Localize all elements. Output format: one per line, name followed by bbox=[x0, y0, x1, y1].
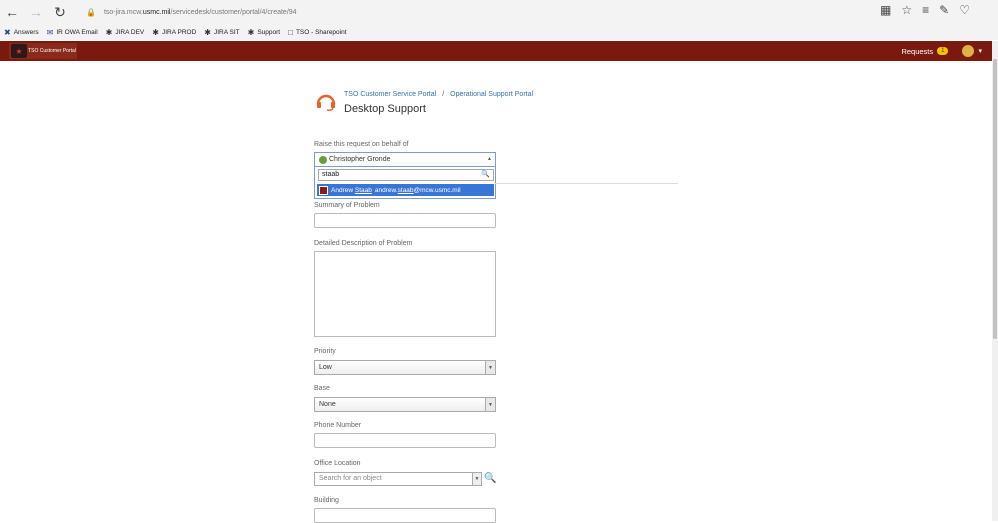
user-avatar-icon bbox=[319, 156, 327, 164]
result-name: Andrew Staab bbox=[331, 186, 372, 194]
priority-label: Priority bbox=[314, 348, 336, 355]
office-location-select[interactable]: Search for an object ▼ bbox=[314, 472, 482, 486]
web-note-icon[interactable]: ✎ bbox=[939, 3, 949, 17]
search-icon: 🔍 bbox=[481, 171, 490, 178]
building-label: Building bbox=[314, 497, 339, 504]
breadcrumb-portal-link[interactable]: Operational Support Portal bbox=[450, 91, 533, 98]
page-title: Desktop Support bbox=[344, 103, 426, 115]
bookmark-tso-sharepoint[interactable]: □ TSO - Sharepoint bbox=[288, 28, 346, 37]
page-icon: □ bbox=[288, 27, 293, 37]
bookmark-answers[interactable]: ✖ Answers bbox=[4, 28, 39, 37]
reading-view-icon[interactable]: ▦ bbox=[880, 3, 891, 17]
summary-label: Summary of Problem bbox=[314, 202, 380, 209]
user-search-dropdown: staab 🔍 Andrew Staab andrew.staab@mcw.us… bbox=[314, 167, 496, 199]
user-search-result[interactable]: Andrew Staab andrew.staab@mcw.usmc.mil bbox=[317, 184, 494, 196]
headset-icon bbox=[316, 94, 336, 111]
portal-logo[interactable]: ★ TSO Customer Portal bbox=[9, 43, 77, 59]
result-email: andrew.staab@mcw.usmc.mil bbox=[374, 186, 461, 194]
user-avatar-icon bbox=[319, 185, 328, 195]
back-button[interactable]: ← bbox=[0, 0, 24, 24]
chevron-down-icon[interactable]: ▼ bbox=[485, 361, 495, 374]
outlook-icon: ✉ bbox=[46, 27, 54, 37]
behalf-select[interactable]: Christopher Gronde ▲ bbox=[314, 152, 496, 167]
base-value: None bbox=[319, 401, 336, 408]
phone-label: Phone Number bbox=[314, 422, 362, 429]
logo-emblem-icon: ★ bbox=[11, 44, 27, 58]
page-scrollbar[interactable] bbox=[992, 41, 998, 521]
lock-icon: 🔒 bbox=[86, 7, 96, 17]
bookmark-jira-dev[interactable]: ✱ JIRA DEV bbox=[106, 28, 145, 37]
bookmark-jira-sit[interactable]: ✱ JIRA SIT bbox=[204, 28, 239, 37]
chevron-down-icon[interactable]: ▼ bbox=[472, 473, 481, 485]
refresh-button[interactable]: ↻ bbox=[48, 0, 72, 24]
scrollbar-thumb[interactable] bbox=[993, 59, 997, 339]
priority-value: Low bbox=[319, 364, 332, 371]
address-bar[interactable]: 🔒 tso-jira.mcw.usmc.mil/servicedesk/cust… bbox=[86, 4, 297, 20]
answers-icon: ✖ bbox=[4, 27, 11, 37]
user-avatar[interactable] bbox=[962, 45, 975, 57]
breadcrumb-separator: / bbox=[442, 91, 445, 98]
jira-icon: ✱ bbox=[152, 27, 159, 37]
favorite-star-icon[interactable]: ☆ bbox=[901, 3, 912, 17]
description-label: Detailed Description of Problem bbox=[314, 240, 413, 247]
breadcrumb: TSO Customer Service Portal / Operationa… bbox=[344, 91, 533, 98]
breadcrumb-home-link[interactable]: TSO Customer Service Portal bbox=[344, 91, 436, 98]
jira-icon: ✱ bbox=[247, 27, 255, 37]
bookmark-jira-prod[interactable]: ✱ JIRA PROD bbox=[152, 28, 196, 37]
summary-input[interactable] bbox=[314, 213, 496, 228]
requests-link[interactable]: Requests bbox=[901, 47, 933, 56]
section-divider bbox=[494, 183, 678, 184]
search-icon[interactable]: 🔍 bbox=[484, 473, 496, 484]
forward-button[interactable]: → bbox=[24, 0, 48, 24]
chevron-up-icon[interactable]: ▲ bbox=[487, 156, 492, 162]
base-label: Base bbox=[314, 385, 330, 392]
hub-icon[interactable]: ≡ bbox=[922, 3, 929, 17]
description-textarea[interactable] bbox=[314, 251, 496, 337]
share-icon[interactable]: ♡ bbox=[959, 3, 970, 17]
chevron-down-icon[interactable]: ▼ bbox=[485, 398, 495, 411]
jira-icon: ✱ bbox=[204, 27, 211, 37]
base-select[interactable]: None ▼ bbox=[314, 397, 496, 412]
favorites-bar: ✖ Answers ✉ IR OWA Email ✱ JIRA DEV ✱ JIRA P… bbox=[0, 24, 998, 40]
behalf-value: Christopher Gronde bbox=[329, 156, 391, 163]
user-search-input[interactable]: staab 🔍 bbox=[318, 169, 494, 181]
office-label: Office Location bbox=[314, 460, 361, 467]
bookmark-support[interactable]: ✱ Support bbox=[248, 28, 280, 37]
jira-icon: ✱ bbox=[105, 27, 113, 37]
office-placeholder: Search for an object bbox=[319, 475, 382, 482]
url-text: tso-jira.mcw.usmc.mil/servicedesk/custom… bbox=[103, 8, 297, 16]
phone-input[interactable] bbox=[314, 433, 496, 448]
logo-text: TSO Customer Portal bbox=[28, 48, 76, 54]
portal-header: ★ TSO Customer Portal Requests 1 ▾ bbox=[0, 41, 992, 61]
requests-count-badge: 1 bbox=[937, 47, 949, 55]
chevron-down-icon[interactable]: ▾ bbox=[978, 47, 982, 55]
bookmark-ir-owa-email[interactable]: ✉ IR OWA Email bbox=[47, 28, 98, 37]
browser-toolbar: ← → ↻ 🔒 tso-jira.mcw.usmc.mil/servicedes… bbox=[0, 0, 998, 24]
priority-select[interactable]: Low ▼ bbox=[314, 360, 496, 375]
behalf-label: Raise this request on behalf of bbox=[314, 141, 409, 148]
